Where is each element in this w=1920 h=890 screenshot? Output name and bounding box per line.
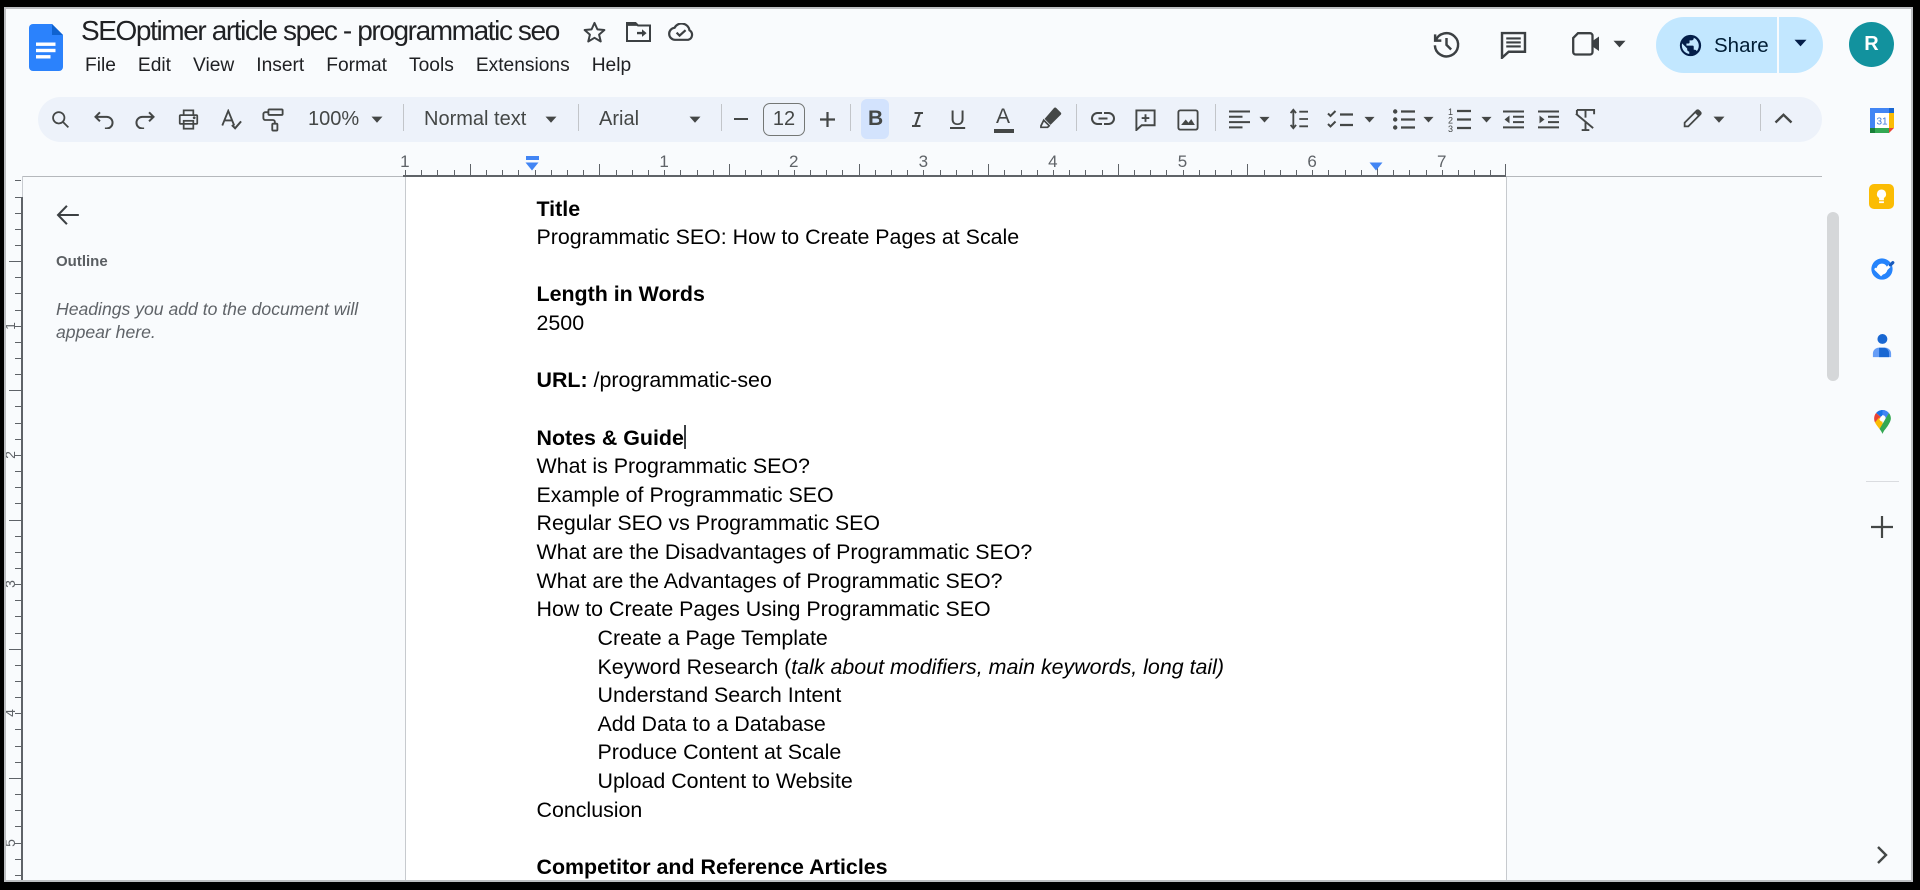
svg-text:3: 3 [1448, 124, 1453, 132]
svg-text:31: 31 [1876, 116, 1888, 127]
